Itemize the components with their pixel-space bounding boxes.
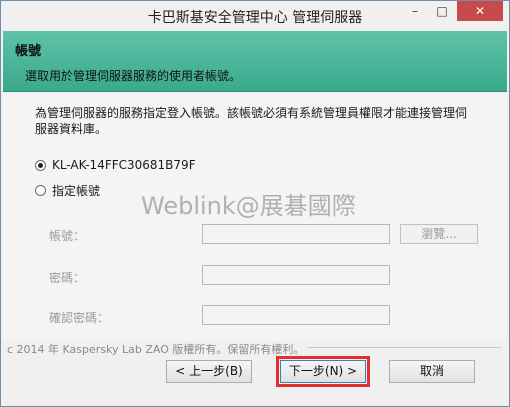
close-icon[interactable]: ✕ [457, 1, 503, 21]
password-field[interactable] [202, 265, 390, 285]
option-default-account[interactable]: KL-AK-14FFC30681B79F [35, 158, 196, 172]
title-bar: 卡巴斯基安全管理中心 管理伺服器 – □ ✕ [1, 1, 509, 31]
page-subtitle: 選取用於管理伺服器服務的使用者帳號。 [25, 69, 242, 83]
cancel-button[interactable]: 取消 [389, 360, 475, 383]
radio-unchecked-icon[interactable] [35, 185, 46, 196]
option-label: KL-AK-14FFC30681B79F [52, 158, 196, 172]
confirm-password-label: 確認密碼： [49, 311, 110, 325]
minimize-icon[interactable]: – [402, 1, 428, 21]
installer-dialog: 卡巴斯基安全管理中心 管理伺服器 – □ ✕ 帳號 選取用於管理伺服器服務的使用… [0, 0, 510, 407]
page-title: 帳號 [15, 44, 42, 59]
copyright-text: c 2014 年 Kaspersky Lab ZAO 版權所有。保留所有權利。 [7, 341, 309, 357]
watermark-text: Weblink@展碁國際 [141, 192, 356, 220]
description-text: 為管理伺服器的服務指定登入帳號。該帳號必須有系統管理員權限才能連接管理伺服器資料… [35, 106, 468, 136]
option-specify-account[interactable]: 指定帳號 [35, 182, 100, 199]
radio-checked-icon[interactable] [35, 159, 46, 171]
confirm-password-field[interactable] [202, 305, 390, 325]
next-button[interactable]: 下一步(N) > [280, 360, 366, 383]
account-label: 帳號： [49, 229, 86, 243]
account-field[interactable] [202, 224, 390, 244]
password-label: 密碼： [49, 271, 86, 285]
maximize-icon[interactable]: □ [429, 1, 455, 21]
back-button[interactable]: < 上一步(B) [166, 360, 252, 383]
browse-button[interactable]: 瀏覽... [400, 224, 478, 244]
header-banner: 帳號 選取用於管理伺服器服務的使用者帳號。 [3, 31, 507, 92]
option-label: 指定帳號 [52, 184, 101, 198]
